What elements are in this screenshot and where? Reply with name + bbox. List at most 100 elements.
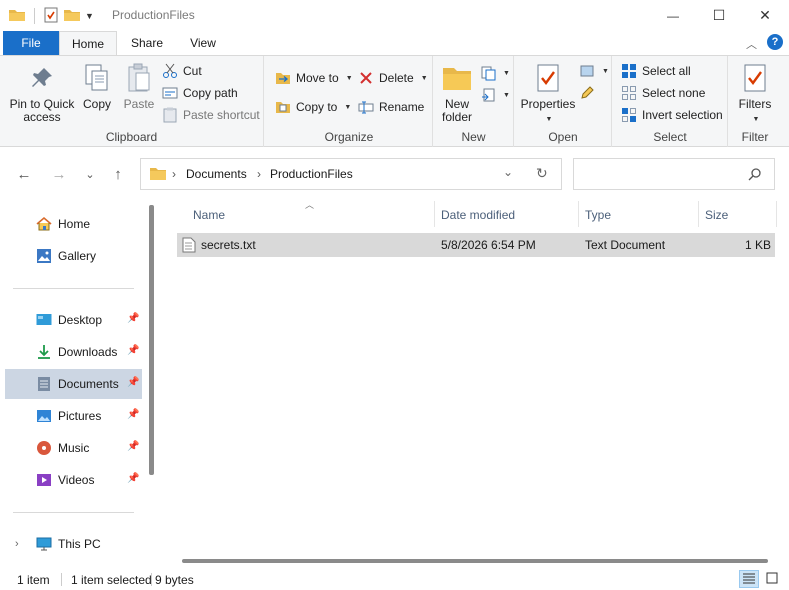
cut-button[interactable]: Cut (162, 61, 202, 81)
select-all-button[interactable]: Select all (621, 61, 691, 81)
clipboard-group-label: Clipboard (105, 130, 158, 144)
nav-label: Gallery (58, 249, 97, 263)
properties-qat-icon[interactable] (43, 7, 59, 26)
pin-icon[interactable]: 📌 (127, 409, 139, 420)
collapse-ribbon-icon[interactable]: ︿ (746, 36, 757, 52)
filters-icon (739, 62, 771, 94)
nav-label: Desktop (58, 313, 103, 327)
minimize-button[interactable]: — (650, 0, 696, 31)
column-header-type[interactable]: Type (585, 208, 611, 236)
nav-item-desktop[interactable]: Desktop 📌 (5, 305, 142, 335)
pin-icon[interactable]: 📌 (127, 313, 139, 324)
nav-item-home[interactable]: Home (5, 209, 142, 239)
forward-button[interactable]: → (49, 164, 69, 184)
column-divider[interactable] (776, 201, 777, 227)
filters-button[interactable]: Filters ▼ (731, 62, 779, 126)
tab-file[interactable]: File (3, 31, 59, 55)
help-icon[interactable]: ? (767, 34, 783, 50)
chevron-down-icon: ⌄ (85, 168, 95, 181)
search-input[interactable] (573, 158, 775, 190)
column-header-size[interactable]: Size (705, 208, 728, 236)
table-row[interactable]: secrets.txt 5/8/2026 6:54 PM Text Docume… (177, 233, 775, 257)
new-folder-qat-icon[interactable] (63, 7, 81, 26)
clipboard-group: Pin to Quick access Copy Paste Cut Copy … (0, 56, 264, 147)
tab-home[interactable]: Home (59, 31, 117, 55)
nav-label: Videos (58, 473, 95, 487)
nav-scrollbar[interactable] (149, 205, 154, 475)
nav-item-pictures[interactable]: Pictures 📌 (5, 401, 142, 431)
copy-to-button[interactable]: Copy to ▼ (275, 97, 351, 117)
qat-divider (34, 8, 35, 24)
new-folder-label: New folder (441, 97, 473, 124)
maximize-button[interactable]: ☐ (696, 0, 742, 31)
status-divider (61, 573, 62, 586)
select-none-button[interactable]: Select none (621, 83, 705, 103)
nav-divider (13, 288, 134, 289)
copy-button[interactable]: Copy (80, 62, 114, 111)
invert-selection-button[interactable]: Invert selection (621, 105, 723, 125)
pin-icon[interactable]: 📌 (127, 473, 139, 484)
recent-locations-button[interactable]: ⌄ (80, 164, 100, 184)
open-button[interactable]: ▼ (579, 61, 609, 81)
nav-item-this-pc[interactable]: This PC (5, 529, 142, 559)
nav-item-gallery[interactable]: Gallery (5, 241, 142, 271)
file-list-scrollbar[interactable] (182, 559, 768, 563)
up-button[interactable]: ↑ (108, 164, 128, 184)
ribbon-tabs: File Home Share View (0, 31, 789, 55)
edit-button[interactable] (579, 83, 595, 103)
move-to-button[interactable]: Move to ▼ (275, 68, 353, 88)
home-icon (36, 216, 52, 232)
breadcrumb-productionfiles[interactable]: ProductionFiles (270, 167, 353, 181)
refresh-icon[interactable]: ↻ (536, 165, 548, 182)
file-size: 1 KB (744, 238, 771, 252)
new-item-button[interactable]: ▼ (480, 63, 510, 83)
column-divider[interactable] (578, 201, 579, 227)
properties-icon (532, 62, 564, 94)
search-icon (748, 167, 762, 184)
back-button[interactable]: ← (14, 164, 34, 184)
details-view-button[interactable] (739, 570, 759, 588)
properties-button[interactable]: Properties ▼ (519, 62, 577, 126)
delete-label: Delete (379, 71, 414, 85)
pin-icon[interactable]: 📌 (127, 377, 139, 388)
open-dropdown-icon: ▼ (602, 67, 609, 75)
breadcrumb-documents[interactable]: Documents (186, 167, 247, 181)
text-file-icon (182, 237, 196, 256)
nav-item-music[interactable]: Music 📌 (5, 433, 142, 463)
nav-item-videos[interactable]: Videos 📌 (5, 465, 142, 495)
column-header-date-modified[interactable]: Date modified (441, 208, 515, 236)
tab-view[interactable]: View (176, 31, 230, 55)
nav-item-downloads[interactable]: Downloads 📌 (5, 337, 142, 367)
nav-label: This PC (58, 537, 101, 551)
qat-customize-icon[interactable]: ▼ (85, 11, 94, 21)
tab-share[interactable]: Share (120, 31, 174, 55)
large-icons-view-button[interactable] (762, 570, 782, 588)
easy-access-button[interactable]: ▼ (480, 85, 510, 105)
invert-selection-icon (621, 107, 637, 123)
paste-button[interactable]: Paste (120, 62, 158, 111)
new-folder-button[interactable]: New folder (436, 62, 478, 124)
chevron-right-icon[interactable]: › (15, 538, 19, 550)
column-header-name[interactable]: Name (193, 208, 225, 236)
pin-icon[interactable]: 📌 (127, 441, 139, 452)
column-divider[interactable] (698, 201, 699, 227)
pin-icon[interactable]: 📌 (127, 345, 139, 356)
copy-to-icon (275, 99, 291, 115)
rename-button[interactable]: Rename (358, 97, 424, 117)
address-dropdown-icon[interactable]: ⌄ (503, 165, 513, 179)
address-bar[interactable]: › Documents › ProductionFiles ⌄ ↻ (140, 158, 562, 190)
copy-path-button[interactable]: Copy path (162, 83, 238, 103)
select-none-label: Select none (642, 86, 706, 100)
folder-icon (8, 7, 26, 26)
open-group: Properties ▼ ▼ Open (515, 56, 612, 147)
paste-shortcut-icon (162, 107, 178, 123)
nav-item-documents[interactable]: Documents 📌 (5, 369, 142, 399)
column-divider[interactable] (434, 201, 435, 227)
large-icons-view-icon (766, 572, 778, 587)
pin-quick-access-button[interactable]: Pin to Quick access (6, 62, 78, 124)
copy-to-label: Copy to (296, 100, 338, 114)
delete-button[interactable]: Delete ▼ (358, 68, 428, 88)
paste-shortcut-button[interactable]: Paste shortcut (162, 105, 260, 125)
documents-icon (36, 376, 52, 392)
close-button[interactable]: ✕ (742, 0, 788, 31)
